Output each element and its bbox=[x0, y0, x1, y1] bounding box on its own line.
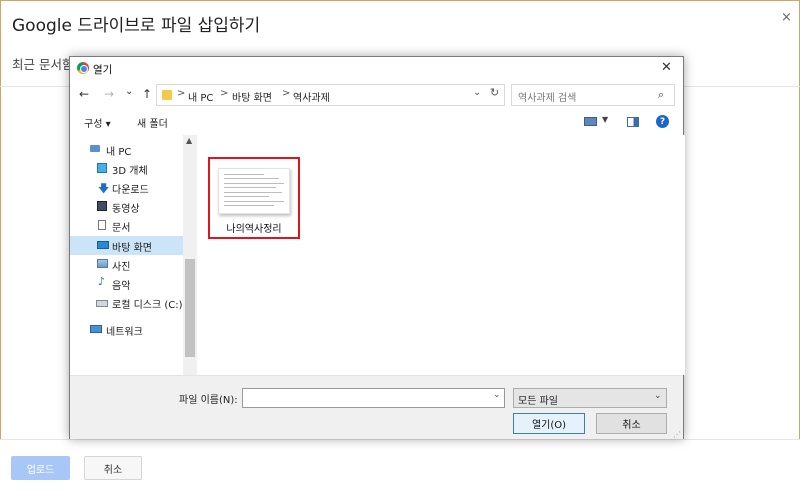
search-icon[interactable]: ⌕ bbox=[658, 88, 664, 102]
new-folder-button[interactable]: 새 폴더 bbox=[137, 115, 168, 130]
nav-item-label: 동영상 bbox=[112, 204, 140, 215]
nav-item-documents[interactable]: 문서 bbox=[82, 216, 195, 235]
filetype-select[interactable]: 모든 파일 ⌄ bbox=[513, 388, 667, 408]
nav-item-label: 사진 bbox=[112, 262, 131, 273]
nav-item-label: 로컬 디스크 (C:) bbox=[112, 300, 183, 311]
change-view-icon[interactable] bbox=[584, 117, 597, 126]
navigation-pane: 내 PC 3D 개체 🡇 다운로드 동영상 문서 바탕 화면 사진 ♪ 음악 로… bbox=[70, 135, 197, 375]
view-options-chevron-icon[interactable]: ▼ bbox=[602, 115, 608, 124]
filename-input[interactable] bbox=[242, 388, 505, 408]
nav-item-local-disk[interactable]: 로컬 디스크 (C:) bbox=[82, 293, 183, 312]
dialog-titlebar[interactable]: 열기 ✕ bbox=[70, 57, 683, 81]
dialog-bottom-bar: 파일 이름(N): ⌄ 모든 파일 ⌄ 열기(O) 취소 ⋰ bbox=[70, 375, 683, 439]
refresh-icon[interactable]: ↻ bbox=[490, 86, 499, 99]
nav-item-label: 음악 bbox=[112, 281, 131, 292]
dialog-title: 열기 bbox=[93, 64, 113, 76]
nav-item-pictures[interactable]: 사진 bbox=[82, 255, 195, 274]
scroll-up-icon[interactable]: ▲ bbox=[186, 136, 192, 145]
search-placeholder: 역사과제 검색 bbox=[518, 93, 577, 104]
organize-button[interactable]: 구성 ▾ bbox=[84, 115, 111, 130]
recent-locations-chevron-icon[interactable]: ⌄ bbox=[125, 86, 133, 97]
disk-icon bbox=[96, 300, 108, 307]
open-button[interactable]: 열기(O) bbox=[513, 413, 585, 434]
file-list: 나의역사정리 bbox=[200, 135, 685, 375]
chrome-icon bbox=[77, 62, 89, 74]
nav-item-network[interactable]: 네트워크 bbox=[82, 320, 195, 339]
filetype-value: 모든 파일 bbox=[518, 396, 558, 407]
desktop-icon bbox=[97, 241, 109, 249]
resize-grip-icon[interactable]: ⋰ bbox=[673, 430, 681, 439]
breadcrumb-separator: > bbox=[220, 88, 229, 99]
address-bar[interactable]: > 내 PC > 바탕 화면 > 역사과제 bbox=[156, 84, 505, 106]
nav-item-my-pc[interactable]: 내 PC bbox=[82, 140, 195, 159]
address-dropdown-icon[interactable]: ⌄ bbox=[473, 87, 481, 98]
cube-icon bbox=[97, 163, 107, 173]
upload-button[interactable]: 업로드 bbox=[11, 456, 70, 480]
nav-item-label: 바탕 화면 bbox=[112, 243, 152, 254]
back-arrow-icon[interactable]: ← bbox=[79, 87, 89, 101]
document-thumbnail-icon bbox=[218, 168, 290, 214]
nav-item-label: 3D 개체 bbox=[112, 166, 148, 177]
tab-recent-documents[interactable]: 최근 문서함 bbox=[12, 54, 70, 73]
folder-icon bbox=[162, 90, 172, 100]
breadcrumb-separator: > bbox=[282, 88, 291, 99]
drive-dialog-title: Google 드라이브로 파일 삽입하기 bbox=[12, 16, 261, 36]
filename-label: 파일 이름(N): bbox=[179, 395, 238, 406]
document-icon bbox=[98, 220, 106, 230]
file-name-label: 나의역사정리 bbox=[226, 224, 282, 235]
drive-cancel-button[interactable]: 취소 bbox=[84, 456, 142, 480]
nav-item-label: 네트워크 bbox=[106, 327, 143, 338]
video-icon bbox=[97, 201, 107, 211]
filetype-dropdown-icon: ⌄ bbox=[654, 391, 662, 401]
help-icon[interactable]: ? bbox=[656, 115, 669, 128]
breadcrumb-my-pc[interactable]: 내 PC bbox=[188, 89, 213, 104]
preview-pane-icon[interactable] bbox=[627, 117, 639, 127]
cancel-button[interactable]: 취소 bbox=[596, 413, 667, 434]
drive-dialog-close-icon[interactable]: × bbox=[781, 10, 792, 25]
open-file-dialog: 열기 ✕ ← → ⌄ ↑ > 내 PC > 바탕 화면 > 역사과제 ⌄ ↻ 역… bbox=[69, 56, 685, 439]
breadcrumb-separator: > bbox=[177, 88, 186, 99]
command-toolbar: 구성 ▾ 새 폴더 ▼ ? bbox=[70, 111, 683, 133]
breadcrumb-desktop[interactable]: 바탕 화면 bbox=[232, 89, 272, 104]
nav-item-music[interactable]: ♪ 음악 bbox=[82, 274, 195, 293]
nav-item-label: 내 PC bbox=[106, 147, 132, 158]
network-icon bbox=[90, 325, 102, 333]
nav-item-downloads[interactable]: 🡇 다운로드 bbox=[82, 178, 195, 197]
nav-item-videos[interactable]: 동영상 bbox=[82, 197, 195, 216]
dialog-close-icon[interactable]: ✕ bbox=[661, 60, 672, 75]
music-icon: ♪ bbox=[98, 275, 106, 288]
up-arrow-icon[interactable]: ↑ bbox=[142, 87, 152, 101]
pc-icon bbox=[90, 145, 100, 152]
nav-item-label: 다운로드 bbox=[112, 185, 149, 196]
breadcrumb-history-assignment[interactable]: 역사과제 bbox=[293, 89, 330, 104]
nav-item-label: 문서 bbox=[112, 223, 131, 234]
scrollbar-thumb[interactable] bbox=[185, 259, 195, 357]
search-input[interactable]: 역사과제 검색 ⌕ bbox=[511, 84, 675, 106]
nav-item-desktop[interactable]: 바탕 화면 bbox=[70, 236, 183, 255]
picture-icon bbox=[97, 259, 108, 268]
navigation-scrollbar[interactable]: ▲ bbox=[183, 135, 197, 375]
file-item[interactable]: 나의역사정리 bbox=[208, 157, 300, 239]
forward-arrow-icon[interactable]: → bbox=[104, 87, 114, 101]
address-row: ← → ⌄ ↑ > 내 PC > 바탕 화면 > 역사과제 ⌄ ↻ 역사과제 검… bbox=[70, 84, 683, 108]
nav-item-3d-objects[interactable]: 3D 개체 bbox=[82, 159, 195, 178]
